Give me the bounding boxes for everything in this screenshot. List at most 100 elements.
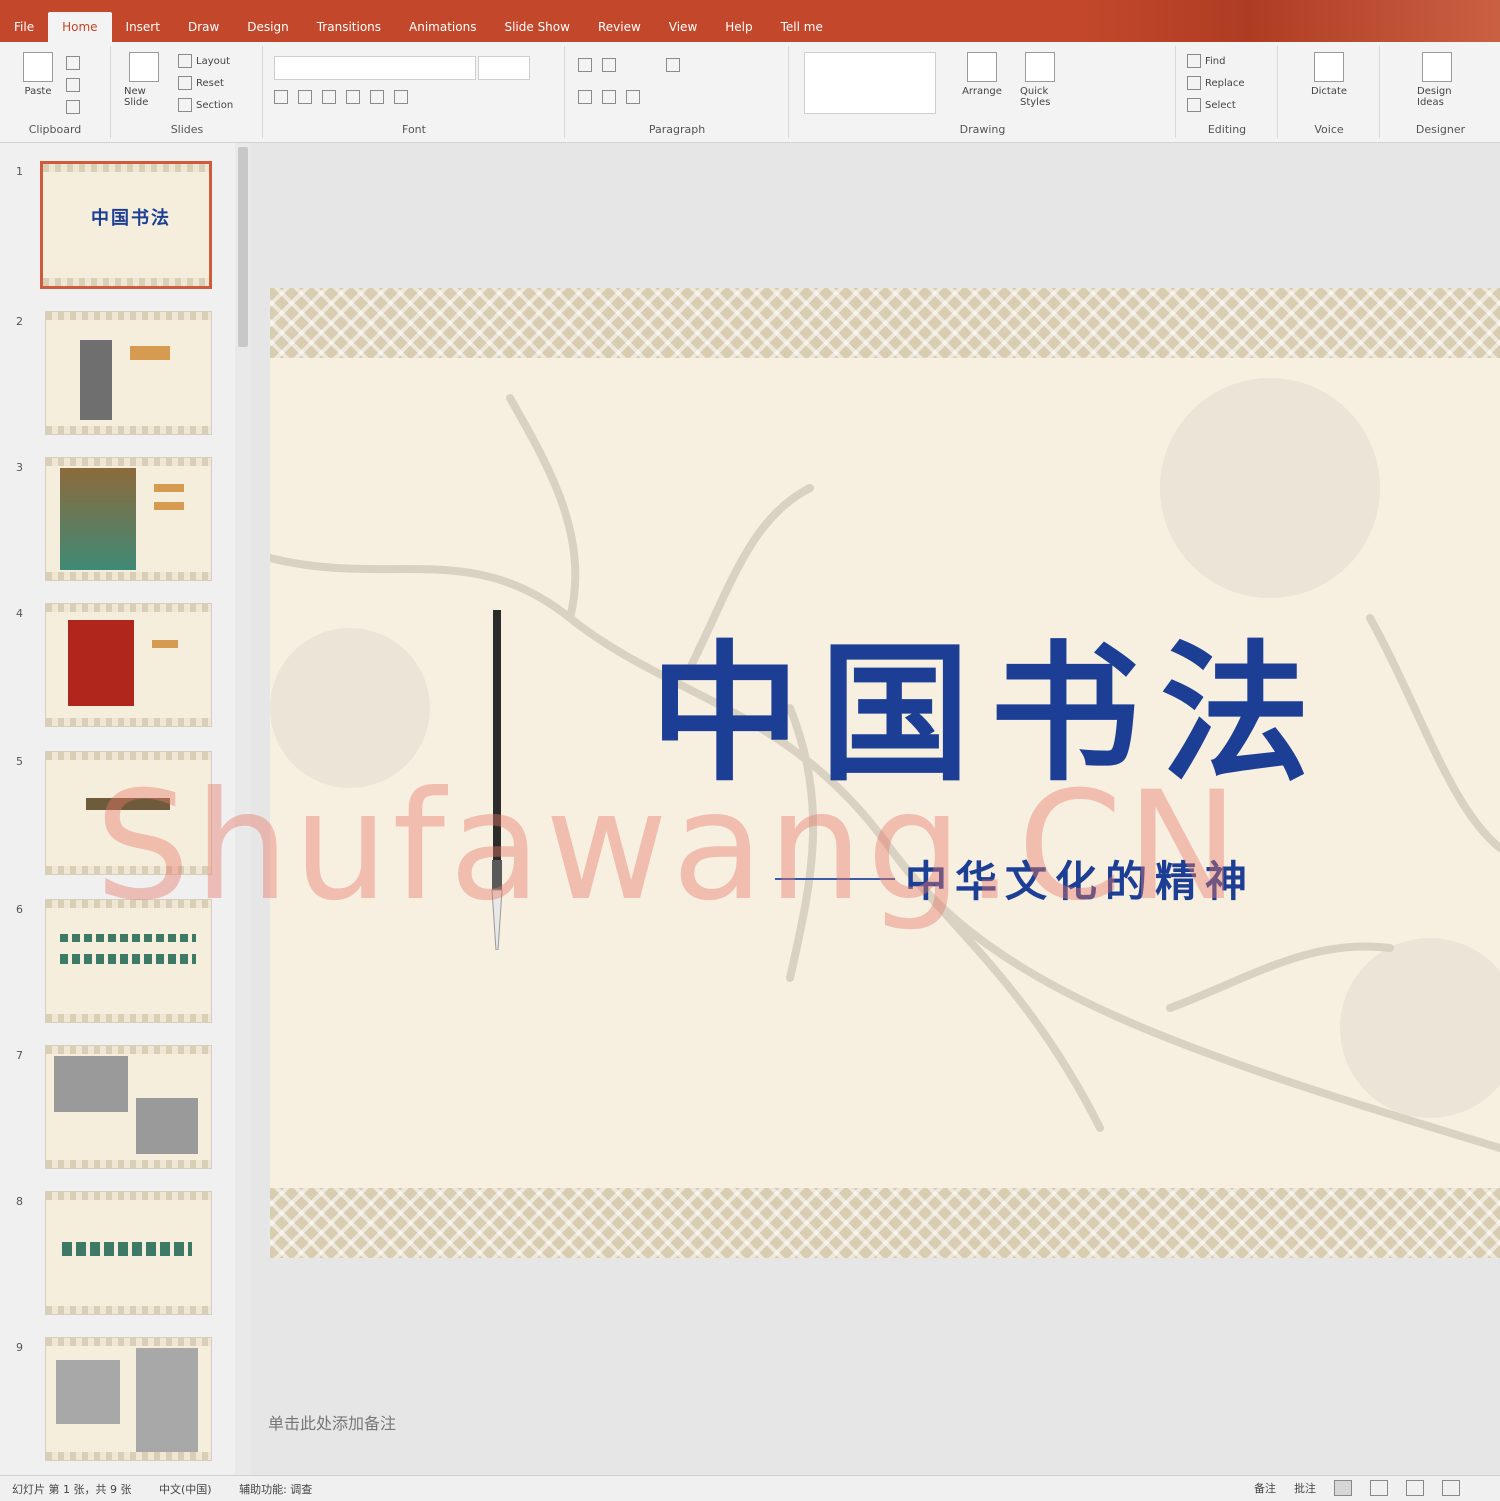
normal-view-icon[interactable] bbox=[1334, 1480, 1352, 1496]
thumb-text-block bbox=[154, 484, 184, 492]
font-color-button[interactable] bbox=[394, 90, 412, 108]
thumb-number: 3 bbox=[16, 461, 23, 474]
scrollbar-thumb[interactable] bbox=[238, 147, 248, 347]
shadow-button[interactable] bbox=[370, 90, 388, 108]
microphone-icon bbox=[1314, 52, 1344, 82]
bullets-icon bbox=[578, 58, 592, 72]
thumb-border-band bbox=[46, 900, 211, 908]
slide-title[interactable]: 中国书法 bbox=[650, 593, 1330, 810]
thumb-number: 9 bbox=[16, 1341, 23, 1354]
section-button[interactable]: Section bbox=[178, 98, 233, 116]
group-label-font: Font bbox=[402, 123, 426, 136]
thumb-border-band bbox=[46, 1046, 211, 1054]
thumbnail-scrollbar[interactable] bbox=[235, 143, 251, 1475]
thumb-number: 8 bbox=[16, 1195, 23, 1208]
paste-button[interactable]: Paste bbox=[18, 52, 58, 108]
copy-icon bbox=[66, 78, 80, 92]
quick-styles-button[interactable]: Quick Styles bbox=[1020, 52, 1060, 108]
replace-label: Replace bbox=[1205, 78, 1245, 89]
slide-thumbnail-pane: 1 中国书法 2 3 4 5 6 7 8 9 bbox=[0, 143, 235, 1475]
notes-toggle[interactable]: 备注 bbox=[1254, 1480, 1276, 1496]
select-button[interactable]: Select bbox=[1187, 98, 1236, 116]
cut-button[interactable] bbox=[66, 56, 84, 74]
tab-review[interactable]: Review bbox=[584, 12, 655, 42]
slide-thumbnail-5[interactable] bbox=[45, 751, 212, 875]
paste-icon bbox=[23, 52, 53, 82]
slide-canvas[interactable]: 中国书法 中华文化的精神 bbox=[270, 288, 1500, 1258]
tab-file[interactable]: File bbox=[0, 12, 48, 42]
thumb-text-block bbox=[60, 954, 196, 964]
reset-label: Reset bbox=[196, 78, 224, 89]
thumb-border-band bbox=[46, 458, 211, 466]
font-name-dropdown[interactable] bbox=[274, 56, 476, 80]
font-size-dropdown[interactable] bbox=[478, 56, 530, 80]
strikethrough-button[interactable] bbox=[346, 90, 364, 108]
thumb-text-block bbox=[130, 346, 170, 360]
arrange-label: Arrange bbox=[962, 86, 1002, 97]
strikethrough-icon bbox=[346, 90, 360, 104]
italic-button[interactable] bbox=[298, 90, 316, 108]
tab-insert[interactable]: Insert bbox=[112, 12, 174, 42]
paste-label: Paste bbox=[24, 86, 52, 97]
new-slide-button[interactable]: New Slide bbox=[124, 52, 164, 108]
design-ideas-button[interactable]: Design Ideas bbox=[1417, 52, 1457, 108]
find-button[interactable]: Find bbox=[1187, 54, 1226, 72]
format-painter-button[interactable] bbox=[66, 100, 84, 118]
design-ideas-label: Design Ideas bbox=[1417, 86, 1452, 108]
bullets-button[interactable] bbox=[578, 58, 596, 76]
text-direction-icon bbox=[666, 58, 680, 72]
text-direction-button[interactable] bbox=[666, 58, 684, 76]
tab-slide-show[interactable]: Slide Show bbox=[490, 12, 583, 42]
underline-button[interactable] bbox=[322, 90, 340, 108]
comments-toggle[interactable]: 批注 bbox=[1294, 1480, 1316, 1496]
align-right-button[interactable] bbox=[626, 90, 644, 108]
slide-thumbnail-6[interactable] bbox=[45, 899, 212, 1023]
slide-thumbnail-7[interactable] bbox=[45, 1045, 212, 1169]
thumb-image bbox=[136, 1348, 198, 1452]
slide-thumbnail-8[interactable] bbox=[45, 1191, 212, 1315]
tab-help[interactable]: Help bbox=[711, 12, 766, 42]
arrange-button[interactable]: Arrange bbox=[962, 52, 1002, 108]
dictate-button[interactable]: Dictate bbox=[1309, 52, 1349, 108]
accessibility-status[interactable]: 辅助功能: 调查 bbox=[239, 1483, 312, 1496]
align-left-button[interactable] bbox=[578, 90, 596, 108]
copy-button[interactable] bbox=[66, 78, 84, 96]
layout-button[interactable]: Layout bbox=[178, 54, 230, 72]
replace-button[interactable]: Replace bbox=[1187, 76, 1245, 94]
thumb-border-band bbox=[46, 718, 211, 726]
thumb-image bbox=[56, 1360, 120, 1424]
tab-view[interactable]: View bbox=[655, 12, 711, 42]
thumb-number: 5 bbox=[16, 755, 23, 768]
shapes-gallery[interactable] bbox=[804, 52, 936, 114]
notes-placeholder[interactable]: 单击此处添加备注 bbox=[268, 1410, 396, 1434]
calligraphy-brush-image bbox=[491, 610, 503, 950]
thumb-border-band bbox=[46, 426, 211, 434]
slide-subtitle[interactable]: 中华文化的精神 bbox=[905, 848, 1255, 909]
slide-thumbnail-4[interactable] bbox=[45, 603, 212, 727]
bold-button[interactable] bbox=[274, 90, 292, 108]
numbering-button[interactable] bbox=[602, 58, 620, 76]
tab-transitions[interactable]: Transitions bbox=[303, 12, 395, 42]
slide-thumbnail-9[interactable] bbox=[45, 1337, 212, 1461]
group-label-slides: Slides bbox=[170, 123, 204, 136]
design-ideas-icon bbox=[1422, 52, 1452, 82]
thumb-border-band bbox=[46, 1192, 211, 1200]
slide-thumbnail-3[interactable] bbox=[45, 457, 212, 581]
slideshow-icon[interactable] bbox=[1442, 1480, 1460, 1496]
slide-thumbnail-2[interactable] bbox=[45, 311, 212, 435]
align-center-button[interactable] bbox=[602, 90, 620, 108]
slide-sorter-icon[interactable] bbox=[1370, 1480, 1388, 1496]
cut-icon bbox=[66, 56, 80, 70]
tab-home[interactable]: Home bbox=[48, 12, 112, 42]
thumb-border-band bbox=[46, 866, 211, 874]
tab-draw[interactable]: Draw bbox=[174, 12, 233, 42]
language-indicator[interactable]: 中文(中国) bbox=[159, 1483, 212, 1496]
reading-view-icon[interactable] bbox=[1406, 1480, 1424, 1496]
slide-thumbnail-1[interactable]: 中国书法 bbox=[40, 161, 212, 289]
group-designer: Design Ideas Designer bbox=[1381, 46, 1500, 138]
reset-button[interactable]: Reset bbox=[178, 76, 224, 94]
tell-me-search[interactable]: Tell me bbox=[767, 12, 837, 42]
thumb-title: 中国书法 bbox=[91, 208, 171, 229]
tab-design[interactable]: Design bbox=[233, 12, 302, 42]
tab-animations[interactable]: Animations bbox=[395, 12, 490, 42]
